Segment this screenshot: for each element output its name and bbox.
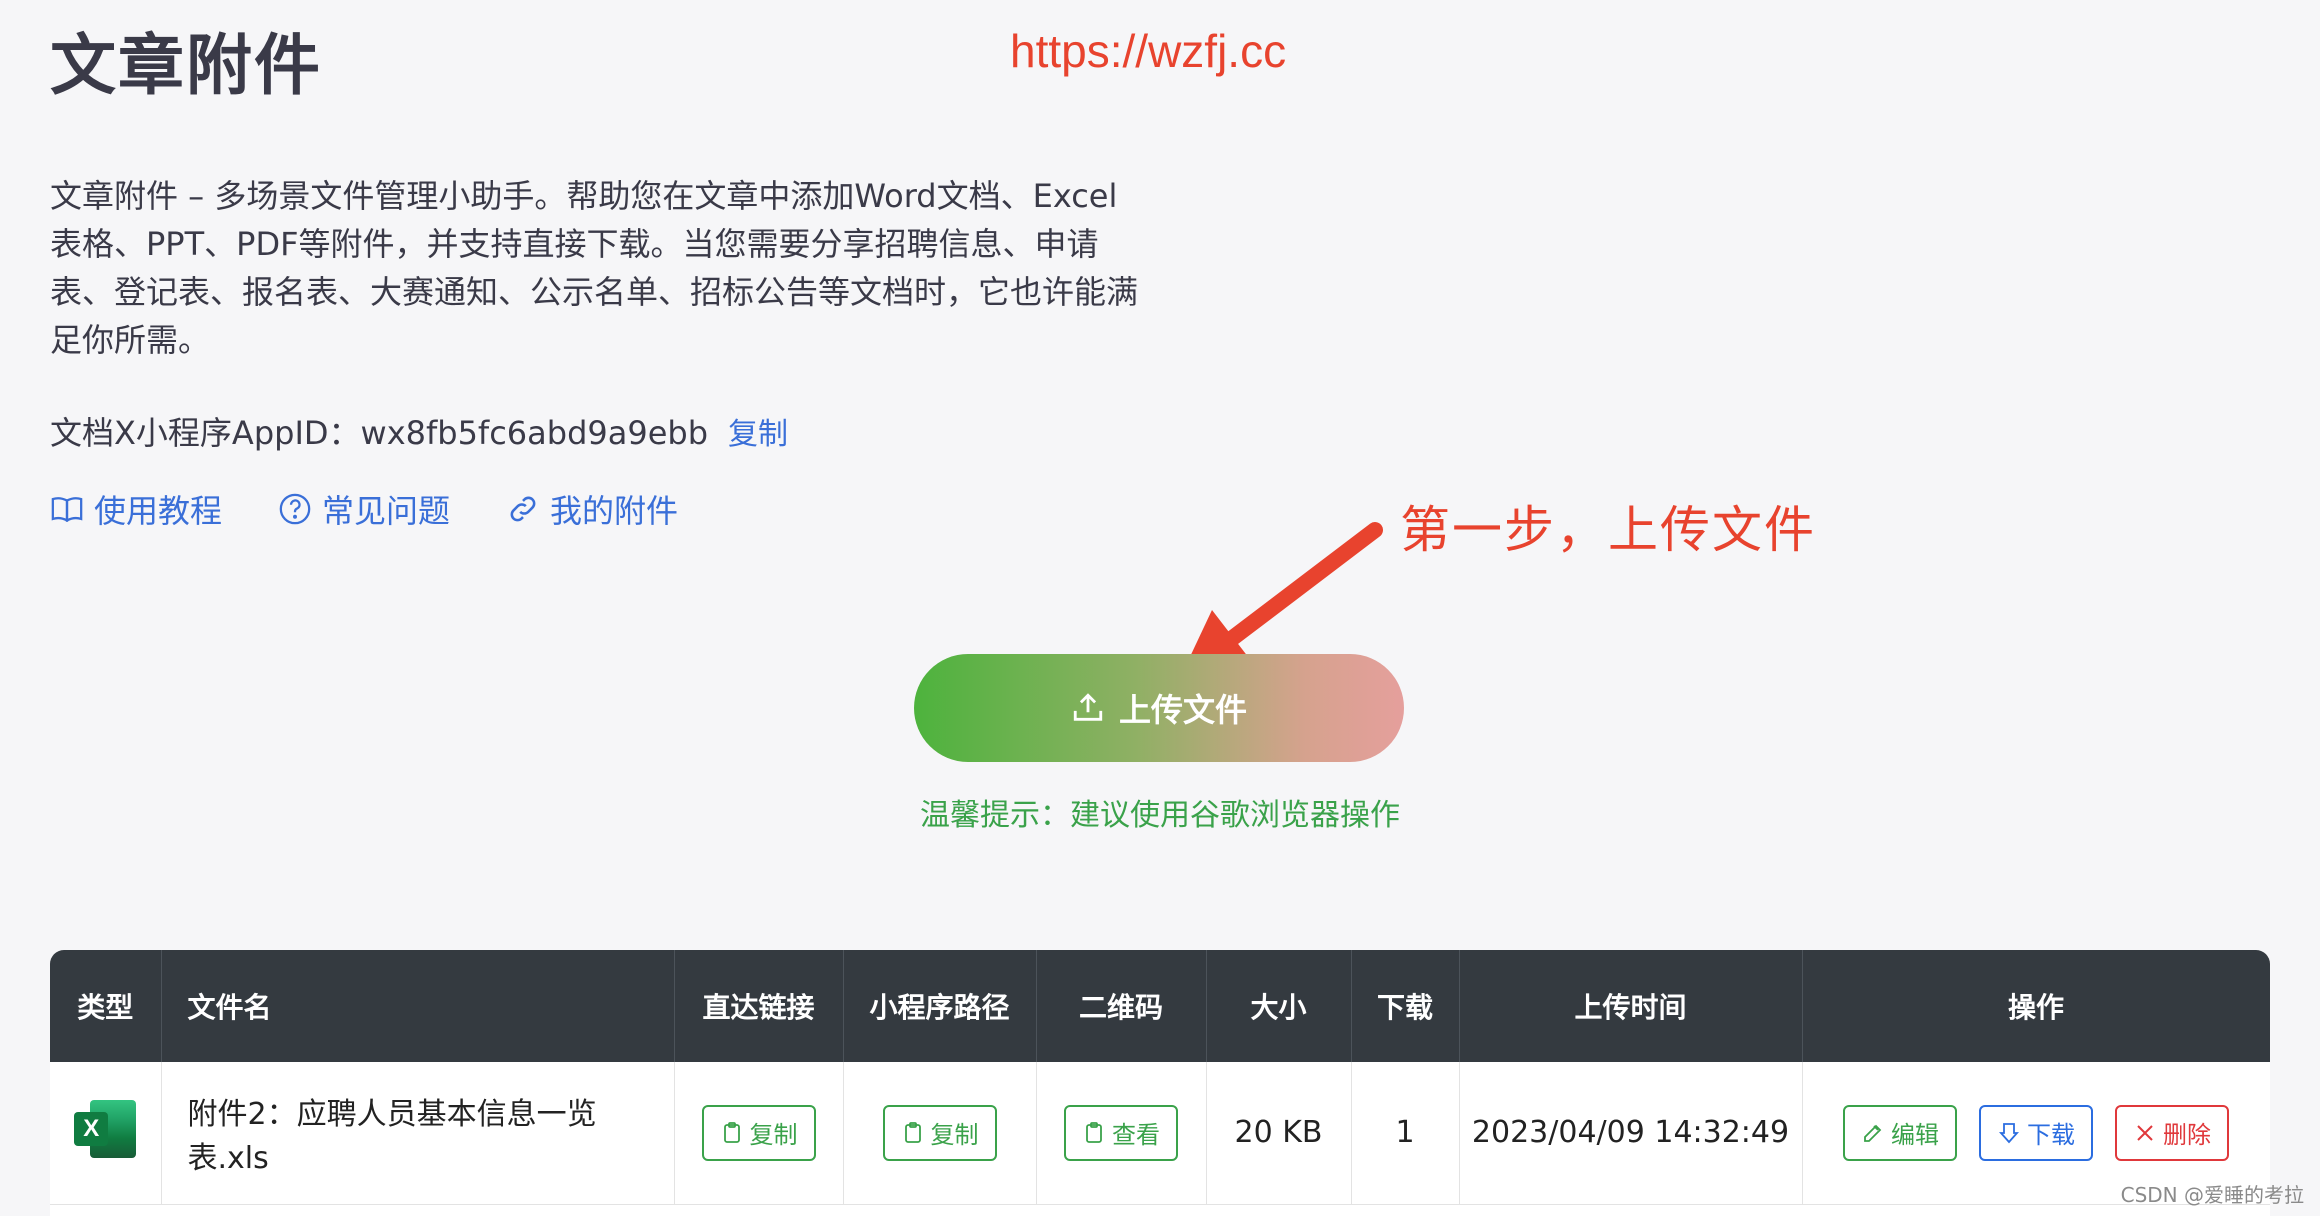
cell-qrcode: 查看 [1036,1062,1207,1205]
upload-icon [1073,693,1103,721]
nav-link-tutorial[interactable]: 使用教程 [50,486,222,532]
cell-filename: 附件2：应聘人员基本信息一览表.xls [161,1062,675,1205]
app-description: 文章附件 – 多场景文件管理小助手。帮助您在文章中添加Word文档、Excel表… [50,177,1139,359]
edit-icon [1864,1124,1882,1142]
close-icon [2137,1125,2153,1141]
edit-label: 编辑 [1891,1121,1939,1150]
download-icon [1998,1122,2020,1144]
header-type: 类型 [50,950,162,1062]
watermark: CSDN @爱睡的考拉 [2120,1183,2304,1207]
appid-label: 文档X小程序AppID：wx8fb5fc6abd9a9ebb [50,414,709,452]
download-label: 下载 [2027,1121,2075,1150]
excel-badge: X [74,1111,109,1146]
header-downloads: 下载 [1351,950,1460,1062]
page-title: 文章附件 [50,27,322,104]
copy-label: 复制 [749,1121,798,1150]
header-qrcode: 二维码 [1036,950,1207,1062]
attachments-table: 类型 文件名 直达链接 小程序路径 二维码 大小 下载 上传时间 操作 X 附件… [50,950,2270,1216]
upload-button-label: 上传文件 [1118,691,1247,729]
book-icon [51,497,83,523]
header-upload-time: 上传时间 [1459,950,1803,1062]
header-mini-path: 小程序路径 [843,950,1037,1062]
header-filename: 文件名 [161,950,675,1062]
nav-link-label: 常见问题 [322,492,451,530]
upload-file-button[interactable]: 上传文件 [914,654,1404,762]
view-label: 查看 [1112,1121,1160,1150]
cell-upload-time: 2023/04/09 14:32:49 [1459,1062,1803,1205]
copy-direct-link-button[interactable]: 复制 [701,1104,816,1161]
excel-icon: X [74,1099,137,1158]
nav-link-my-attachments[interactable]: 我的附件 [506,486,678,532]
copy-mini-path-button[interactable]: 复制 [882,1104,997,1161]
cell-mini-path: 复制 [843,1062,1037,1205]
cell-downloads: 1 [1351,1062,1460,1205]
nav-link-label: 我的附件 [550,492,679,530]
cell-direct-link: 复制 [674,1062,844,1205]
link-icon [510,496,536,522]
header-actions: 操作 [1802,950,2270,1062]
clipboard-icon [904,1121,921,1143]
question-circle-icon [279,493,311,525]
download-button[interactable]: 下载 [1979,1104,2093,1161]
delete-button[interactable]: 删除 [2115,1104,2229,1161]
clipboard-icon [723,1121,740,1143]
cell-type: X [50,1062,162,1205]
appid-row: 文档X小程序AppID：wx8fb5fc6abd9a9ebb 复制 [50,408,788,454]
cell-size: 20 KB [1206,1062,1352,1205]
delete-label: 删除 [2163,1121,2211,1150]
header-direct-link: 直达链接 [674,950,844,1062]
nav-links: 使用教程 常见问题 我的附件 [50,486,678,532]
nav-link-label: 使用教程 [94,492,223,530]
table-header-row: 类型 文件名 直达链接 小程序路径 二维码 大小 下载 上传时间 操作 [50,950,2270,1062]
clipboard-icon [1086,1121,1102,1143]
url-annotation: https://wzfj.cc [1010,25,1287,77]
row-actions: 编辑 下载 删除 [1803,1104,2270,1161]
nav-link-faq[interactable]: 常见问题 [278,486,450,532]
step-annotation: 第一步，上传文件 [1400,501,1816,559]
edit-button[interactable]: 编辑 [1843,1104,1957,1161]
table-row: X 附件2：应聘人员基本信息一览表.xls 复制 复制 查看 20 KB 1 2… [50,1062,2270,1205]
browser-tip: 温馨提示：建议使用谷歌浏览器操作 [920,798,1400,833]
header-size: 大小 [1206,950,1352,1062]
copy-label: 复制 [930,1121,979,1150]
view-qrcode-button[interactable]: 查看 [1064,1104,1178,1161]
appid-copy-link[interactable]: 复制 [728,409,788,453]
